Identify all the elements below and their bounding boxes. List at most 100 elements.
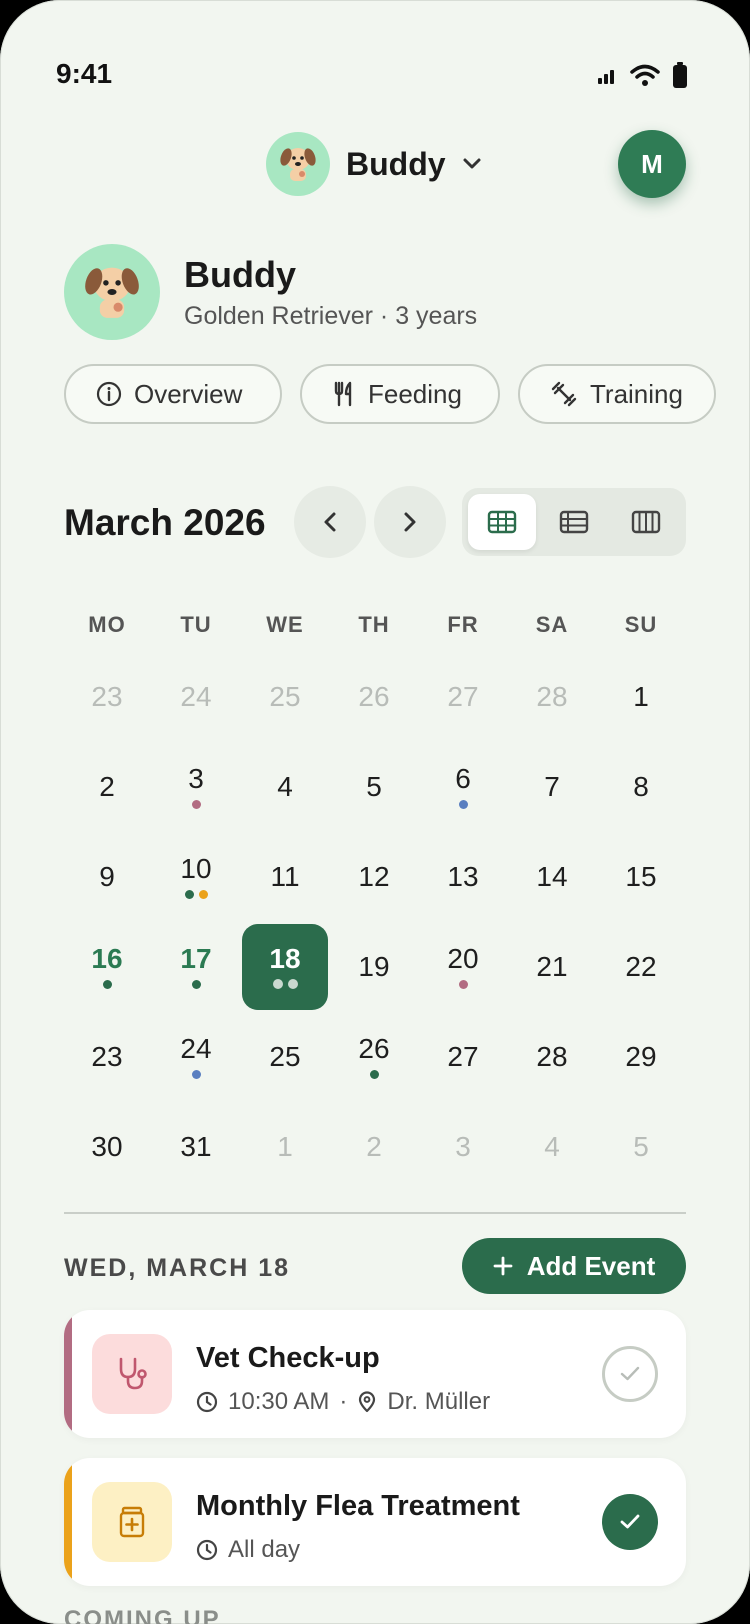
calendar-day[interactable]: 26 [331, 1014, 417, 1100]
prev-month-button[interactable] [294, 486, 366, 558]
calendar-day[interactable]: 21 [509, 924, 595, 1010]
calendar-day[interactable]: 4 [242, 744, 328, 830]
meta-separator: · [339, 1388, 348, 1415]
day-number: 9 [99, 861, 115, 892]
calendar-day[interactable]: 24 [153, 654, 239, 740]
list-view-button[interactable] [540, 494, 608, 550]
profile-description: Golden Retriever · 3 years [184, 301, 478, 330]
event-location: Dr. Müller [387, 1388, 491, 1415]
calendar-day[interactable]: 28 [509, 1014, 595, 1100]
calendar-day[interactable]: 7 [509, 744, 595, 830]
calendar-day[interactable]: 10 [153, 834, 239, 920]
calendar-day[interactable]: 2 [64, 744, 150, 830]
weekday-label: TU [180, 612, 212, 637]
dog-icon [280, 148, 316, 181]
stethoscope-icon [119, 1357, 147, 1390]
day-number: 29 [625, 1041, 657, 1072]
user-avatar[interactable]: M [618, 130, 686, 198]
day-number: 13 [447, 861, 479, 892]
calendar-day[interactable]: 1 [242, 1104, 328, 1190]
chevron-left-icon [324, 512, 336, 532]
status-icons [598, 62, 688, 88]
day-number: 18 [269, 943, 301, 974]
event-dots [369, 1068, 379, 1080]
calendar-day[interactable]: 20 [420, 924, 506, 1010]
calendar-day[interactable]: 19 [331, 924, 417, 1010]
section-chips: Overview Feeding Training [64, 364, 716, 424]
chip-feeding[interactable]: Feeding [300, 364, 500, 424]
event-card[interactable]: Vet Check-up 10:30 AM · Dr. Müller [64, 1310, 686, 1438]
calendar-day[interactable]: 3 [420, 1104, 506, 1190]
calendar-day[interactable]: 22 [598, 924, 684, 1010]
calendar-day[interactable]: 28 [509, 654, 595, 740]
calendar-day[interactable]: 23 [64, 654, 150, 740]
day-number: 17 [180, 943, 212, 974]
info-icon [96, 381, 122, 407]
event-icon-box [92, 1482, 172, 1562]
calendar-day[interactable]: 26 [331, 654, 417, 740]
calendar-day[interactable]: 29 [598, 1014, 684, 1100]
calendar-day[interactable]: 11 [242, 834, 328, 920]
weekday-label: MO [88, 612, 126, 637]
calendar-day[interactable]: 24 [153, 1014, 239, 1100]
calendar-day[interactable]: 30 [64, 1104, 150, 1190]
event-card[interactable]: Monthly Flea Treatment All day [64, 1458, 686, 1586]
calendar-day[interactable]: 9 [64, 834, 150, 920]
day-number: 2 [366, 1131, 382, 1162]
next-month-button[interactable] [374, 486, 446, 558]
calendar-day[interactable]: 31 [153, 1104, 239, 1190]
calendar-day[interactable]: 17 [153, 924, 239, 1010]
calendar-day[interactable]: 3 [153, 744, 239, 830]
calendar-day[interactable]: 15 [598, 834, 684, 920]
calendar-day[interactable]: 25 [242, 654, 328, 740]
day-number: 1 [633, 681, 649, 712]
selected-date-label: WED, MARCH 18 [64, 1254, 291, 1282]
pet-avatar-small [266, 132, 330, 196]
pet-switcher[interactable]: Buddy [266, 131, 482, 197]
event-dot [102, 979, 112, 989]
calendar-day[interactable]: 14 [509, 834, 595, 920]
calendar-day-selected[interactable]: 18 [242, 924, 328, 1010]
calendar-day[interactable]: 25 [242, 1014, 328, 1100]
event-time: 10:30 AM [228, 1388, 330, 1415]
day-number: 15 [625, 861, 657, 892]
add-event-button[interactable]: Add Event [462, 1238, 686, 1294]
profile-name: Buddy [184, 253, 296, 295]
event-dot [184, 889, 194, 899]
week-view-button[interactable] [612, 494, 680, 550]
calendar-day[interactable]: 4 [509, 1104, 595, 1190]
event-title: Vet Check-up [196, 1342, 380, 1374]
event-dot [287, 979, 298, 989]
clock-icon [196, 1391, 218, 1413]
day-number: 25 [269, 1041, 301, 1072]
day-number: 1 [277, 1131, 293, 1162]
weekday-label: SU [624, 612, 658, 637]
calendar-day[interactable]: 8 [598, 744, 684, 830]
calendar-day[interactable]: 2 [331, 1104, 417, 1190]
day-number: 3 [455, 1131, 471, 1162]
day-number: 28 [536, 1041, 568, 1072]
calendar-day[interactable]: 13 [420, 834, 506, 920]
day-number: 16 [91, 943, 123, 974]
event-dot [191, 979, 201, 989]
calendar-day[interactable]: 5 [598, 1104, 684, 1190]
chip-overview[interactable]: Overview [64, 364, 282, 424]
calendar-day[interactable]: 27 [420, 1014, 506, 1100]
calendar-day[interactable]: 16 [64, 924, 150, 1010]
event-complete-checkbox[interactable] [602, 1494, 658, 1550]
calendar-day[interactable]: 6 [420, 744, 506, 830]
month-view-button[interactable] [468, 494, 536, 550]
calendar-day[interactable]: 23 [64, 1014, 150, 1100]
event-complete-checkbox[interactable] [602, 1346, 658, 1402]
calendar-day[interactable]: 27 [420, 654, 506, 740]
event-dots [102, 978, 112, 990]
day-number: 10 [180, 853, 212, 884]
day-number: 28 [536, 681, 568, 712]
event-icon-box [92, 1334, 172, 1414]
calendar-day[interactable]: 12 [331, 834, 417, 920]
day-number: 3 [188, 763, 204, 794]
calendar-day[interactable]: 5 [331, 744, 417, 830]
weekday-label: SA [535, 612, 569, 637]
chip-training[interactable]: Training [518, 364, 716, 424]
calendar-day[interactable]: 1 [598, 654, 684, 740]
